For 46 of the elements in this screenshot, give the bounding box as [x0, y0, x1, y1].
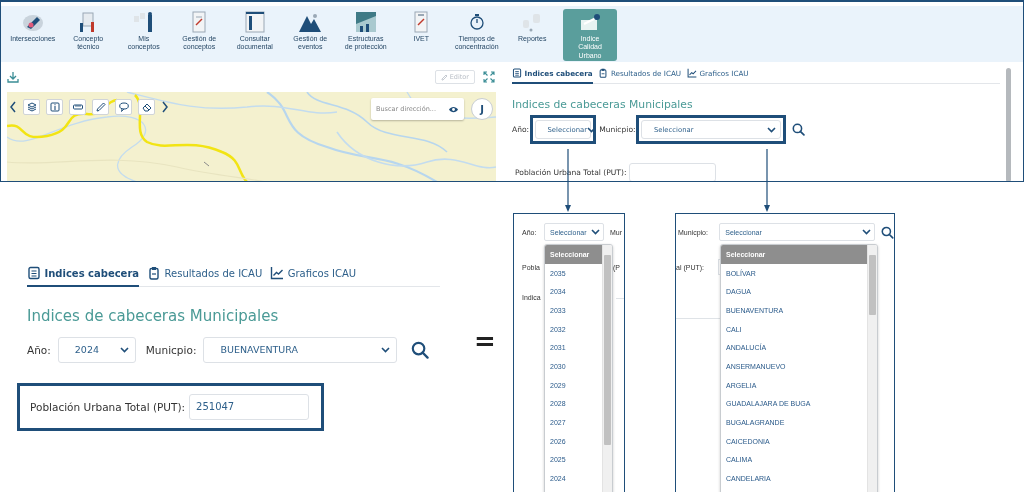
scrollbar[interactable] [1006, 68, 1011, 181]
ruler-icon [72, 102, 83, 112]
search-icon[interactable] [792, 123, 805, 136]
pencil-icon [440, 73, 448, 81]
expand-icon[interactable] [483, 71, 495, 83]
map-tool-button[interactable] [115, 99, 132, 115]
layers-icon [26, 102, 37, 112]
map-tool-button[interactable] [23, 99, 40, 115]
input-field[interactable] [629, 162, 716, 181]
equals-sign: = [474, 326, 496, 356]
line-chart-icon [686, 68, 697, 79]
list-icon [512, 68, 523, 79]
chevron-down-icon [591, 229, 600, 235]
tab[interactable]: Indices cabecera [27, 266, 140, 287]
speech-bubble-icon [118, 102, 129, 112]
clipboard-icon [147, 266, 162, 280]
select-field[interactable]: 2024 [57, 336, 136, 363]
field-label: Año: [27, 343, 51, 356]
info-icon [49, 102, 60, 112]
search-icon[interactable] [411, 340, 430, 359]
scrollbar[interactable] [867, 245, 877, 492]
map-tool-button[interactable] [69, 99, 86, 115]
line-chart-icon [270, 266, 285, 280]
input-field[interactable]: 251047 [189, 393, 310, 420]
chevron-down-icon [381, 346, 391, 353]
chevron-down-icon [119, 346, 129, 353]
download-icon[interactable] [7, 71, 19, 83]
chevron-down-icon [862, 229, 872, 235]
field-label: Población Urbana Total (PUT): [30, 400, 186, 413]
eraser-icon [141, 102, 152, 112]
section-heading: Indices de cabeceras Municipales [512, 97, 694, 111]
field-label: Municpio: [145, 343, 197, 356]
tab[interactable]: Resultados de ICAU [147, 266, 263, 287]
chevron-left-icon[interactable] [9, 101, 17, 113]
list-icon [27, 266, 41, 280]
search-icon[interactable] [881, 225, 894, 239]
pencil-icon [95, 102, 106, 112]
eye-icon [448, 105, 459, 113]
tab[interactable]: Graficos ICAU [270, 266, 357, 287]
select-field[interactable]: BUENAVENTURA [203, 336, 398, 363]
chevron-down-icon [766, 126, 776, 133]
map-tool-button[interactable] [138, 99, 155, 115]
scrollbar[interactable] [602, 245, 612, 492]
section-heading: Indices de cabeceras Municipales [27, 306, 280, 325]
chevron-right-icon[interactable] [161, 101, 169, 113]
clipboard-icon [598, 68, 609, 79]
